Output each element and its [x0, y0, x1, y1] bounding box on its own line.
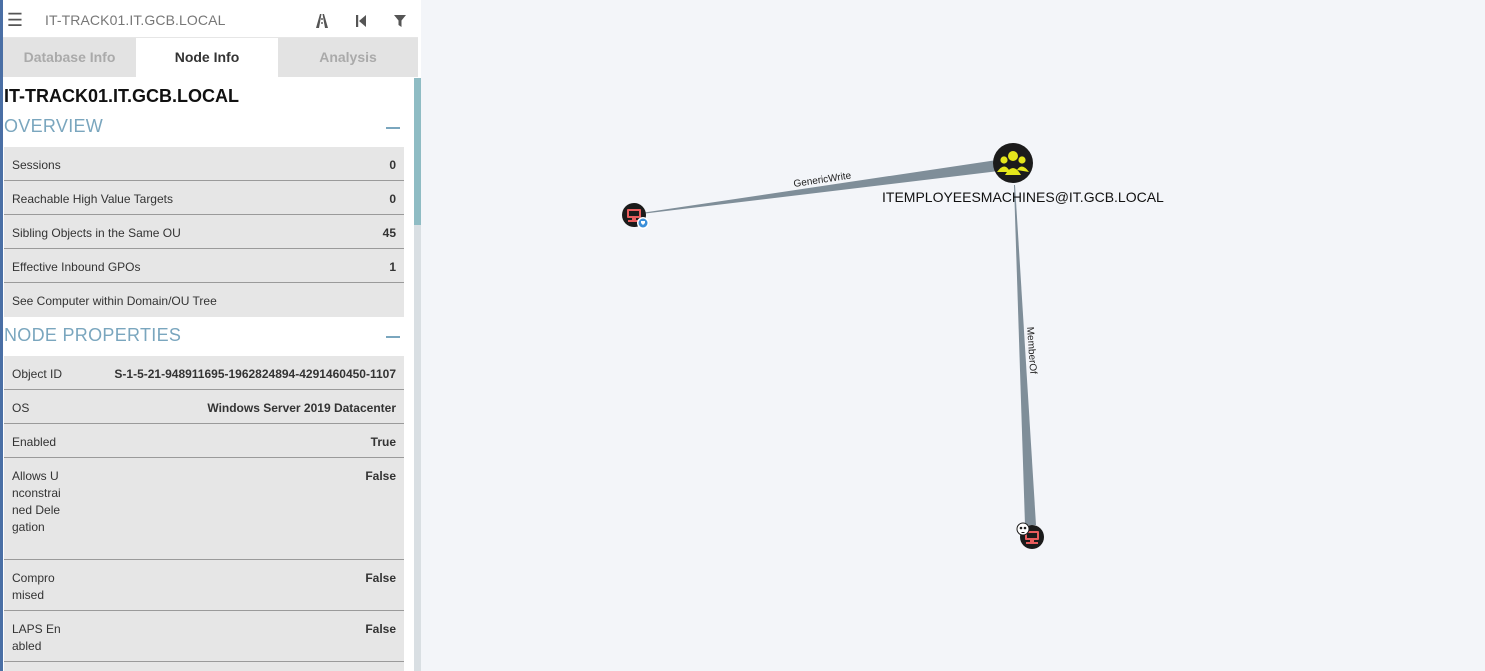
group-node[interactable] [993, 143, 1033, 183]
group-node-label: ITEMPLOYEESMACHINES@IT.GCB.LOCAL [882, 189, 1164, 205]
row-label: See Computer within Domain/OU Tree [12, 294, 217, 308]
shield-icon [637, 217, 649, 229]
tab-analysis[interactable]: Analysis [278, 38, 418, 77]
row-value: Windows Server 2019 Datacenter [207, 401, 396, 415]
row-label: Allows Unconstrained Delegation [12, 469, 61, 534]
node-properties-heading: NODE PROPERTIES [4, 325, 182, 345]
property-row-os: OS Windows Server 2019 Datacenter [4, 390, 404, 424]
edge-genericwrite[interactable] [641, 160, 999, 214]
row-label: Compromised [12, 571, 55, 602]
overview-row-reachable-hvt[interactable]: Reachable High Value Targets 0 [4, 181, 404, 215]
skull-icon [1016, 522, 1030, 536]
property-row-unconstrained-delegation: Allows Unconstrained Delegation False [4, 458, 404, 560]
search-bar: ☰ IT-TRACK01.IT.GCB.LOCAL [3, 4, 418, 38]
row-label: Sibling Objects in the Same OU [12, 226, 181, 240]
graph-canvas[interactable]: GenericWrite MemberOf ITEMPLOYEESMACHINE… [421, 0, 1485, 671]
overview-row-ou-tree[interactable]: See Computer within Domain/OU Tree [4, 283, 404, 317]
search-input[interactable]: IT-TRACK01.IT.GCB.LOCAL [45, 4, 225, 37]
computer-node-target[interactable] [1016, 522, 1044, 549]
property-row-enabled: Enabled True [4, 424, 404, 458]
row-value: 0 [389, 192, 396, 206]
row-value: 1 [389, 260, 396, 274]
overview-row-inbound-gpos[interactable]: Effective Inbound GPOs 1 [4, 249, 404, 283]
node-title: IT-TRACK01.IT.GCB.LOCAL [4, 86, 240, 106]
node-properties-header[interactable]: NODE PROPERTIES [4, 325, 404, 349]
tab-node-info[interactable]: Node Info [136, 38, 278, 77]
overview-table: Sessions 0 Reachable High Value Targets … [4, 147, 404, 317]
left-panel: ☰ IT-TRACK01.IT.GCB.LOCAL Database Info … [0, 0, 421, 671]
row-label: Effective Inbound GPOs [12, 260, 141, 274]
collapse-icon[interactable] [386, 336, 400, 338]
row-label: Reachable High Value Targets [12, 192, 173, 206]
row-value: S-1-5-21-948911695-1962824894-4291460450… [114, 367, 396, 381]
graph-svg[interactable]: GenericWrite MemberOf [421, 0, 1485, 671]
row-value: True [370, 435, 396, 449]
overview-heading: OVERVIEW [4, 116, 104, 136]
property-row-laps-enabled: LAPS Enabled False [4, 611, 404, 662]
overview-header[interactable]: OVERVIEW [4, 116, 404, 140]
tab-database-info[interactable]: Database Info [3, 38, 136, 77]
row-value: 0 [389, 158, 396, 172]
row-label: Enabled [12, 435, 57, 449]
property-row-partial [4, 662, 404, 671]
node-info-content: IT-TRACK01.IT.GCB.LOCAL OVERVIEW Session… [3, 78, 416, 671]
row-value: 45 [382, 226, 396, 240]
collapse-icon[interactable] [386, 127, 400, 129]
row-value: False [365, 622, 396, 636]
back-icon[interactable] [349, 4, 373, 37]
node-properties-table: Object ID S-1-5-21-948911695-1962824894-… [4, 356, 404, 671]
row-label: Sessions [12, 158, 61, 172]
row-label: LAPS Enabled [12, 622, 61, 653]
overview-row-sessions[interactable]: Sessions 0 [4, 147, 404, 181]
row-value: False [365, 469, 396, 483]
row-value: False [365, 571, 396, 585]
row-label: Object ID [12, 367, 63, 381]
tab-bar: Database Info Node Info Analysis [3, 38, 418, 77]
panel-scrollbar[interactable] [414, 78, 421, 671]
overview-row-sibling-objects[interactable]: Sibling Objects in the Same OU 45 [4, 215, 404, 249]
menu-icon[interactable]: ☰ [3, 4, 27, 37]
computer-node-source[interactable] [622, 203, 649, 229]
property-row-object-id: Object ID S-1-5-21-948911695-1962824894-… [4, 356, 404, 390]
filter-icon[interactable] [388, 4, 412, 37]
row-label: OS [12, 401, 30, 415]
pathfinding-icon[interactable] [310, 4, 334, 37]
scrollbar-thumb[interactable] [414, 78, 421, 225]
property-row-compromised: Compromised False [4, 560, 404, 611]
